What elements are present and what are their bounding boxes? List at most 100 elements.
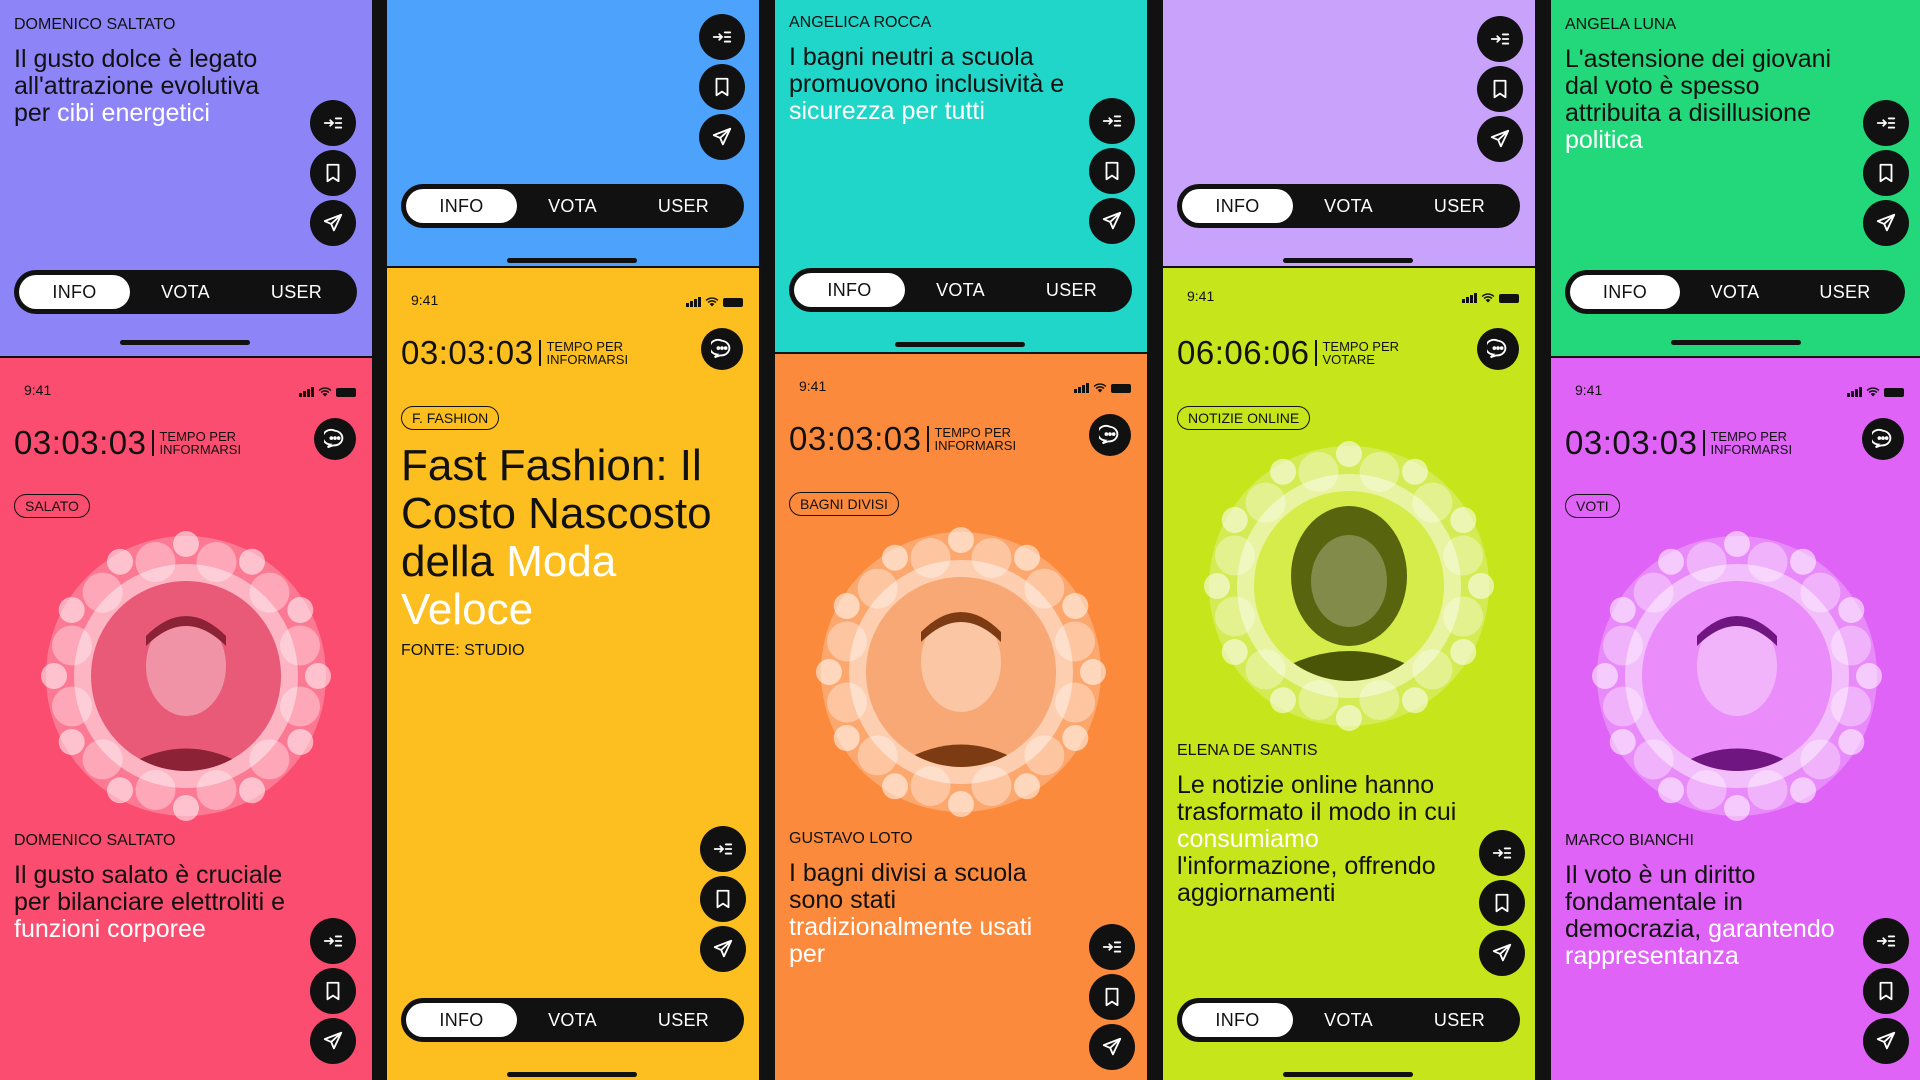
tab-user[interactable]: USER: [1016, 273, 1127, 307]
chat-icon: [1099, 424, 1121, 446]
comments-button[interactable]: [1477, 328, 1519, 370]
bookmark-button[interactable]: [1089, 148, 1135, 194]
bookmark-icon: [1101, 986, 1123, 1008]
battery-icon: [1499, 293, 1519, 303]
category-tag[interactable]: VOTI: [1565, 494, 1620, 518]
tab-info[interactable]: INFO: [19, 275, 130, 309]
bookmark-button[interactable]: [1089, 974, 1135, 1020]
headline-highlight: politica: [1565, 126, 1643, 154]
tab-user[interactable]: USER: [628, 1003, 739, 1037]
send-button[interactable]: [700, 926, 746, 972]
tab-info[interactable]: INFO: [406, 1003, 517, 1037]
chat-icon: [324, 428, 346, 450]
share-button[interactable]: [699, 14, 745, 60]
tab-vota[interactable]: VOTA: [1680, 275, 1790, 309]
bookmark-button[interactable]: [1477, 66, 1523, 112]
headline: I bagni divisi a scuola sono stati tradi…: [789, 860, 1069, 968]
chat-icon: [1487, 338, 1509, 360]
bookmark-icon: [1101, 160, 1123, 182]
tab-user[interactable]: USER: [241, 275, 352, 309]
share-button[interactable]: [1863, 918, 1909, 964]
bookmark-button[interactable]: [1863, 150, 1909, 196]
category-tag[interactable]: F. FASHION: [401, 406, 500, 430]
share-button[interactable]: [700, 826, 746, 872]
screen-top: DOMENICO SALTATO Il gusto dolce è legato …: [0, 0, 372, 356]
timer-label: TEMPO PER INFORMARSI: [152, 430, 241, 456]
tab-vota[interactable]: VOTA: [905, 273, 1016, 307]
profile-photo: [801, 512, 1121, 832]
tab-info[interactable]: INFO: [1570, 275, 1680, 309]
share-button[interactable]: [1089, 98, 1135, 144]
timer-value: 03:03:03: [789, 420, 922, 457]
send-button[interactable]: [310, 200, 356, 246]
countdown-timer: 06:06:06 TEMPO PER VOTARE: [1177, 334, 1521, 372]
tab-user[interactable]: USER: [628, 189, 739, 223]
tab-info[interactable]: INFO: [1182, 1003, 1293, 1037]
bookmark-button[interactable]: [1863, 968, 1909, 1014]
send-button[interactable]: [1089, 198, 1135, 244]
send-button[interactable]: [699, 114, 745, 160]
tab-info[interactable]: INFO: [1182, 189, 1293, 223]
phone-column-5: ANGELA LUNA L'astensione dei giovani dal …: [1551, 0, 1920, 1080]
timer-value: 03:03:03: [401, 334, 534, 371]
timer-label-line: INFORMARSI: [1710, 442, 1793, 457]
screen-bottom: 9:41 03:03:03 TEMPO PER INFORMARSI VOTI MARC…: [1551, 358, 1920, 1080]
send-icon: [1875, 1030, 1897, 1052]
send-button[interactable]: [1477, 116, 1523, 162]
bookmark-button[interactable]: [310, 150, 356, 196]
comments-button[interactable]: [701, 328, 743, 370]
share-icon: [1101, 936, 1123, 958]
tab-vota[interactable]: VOTA: [517, 1003, 628, 1037]
article-title: Fast Fashion: Il Costo Nascosto della Mo…: [401, 442, 741, 634]
tab-vota[interactable]: VOTA: [130, 275, 241, 309]
tab-vota[interactable]: VOTA: [517, 189, 628, 223]
share-icon: [322, 112, 344, 134]
bookmark-button[interactable]: [699, 64, 745, 110]
status-icons: [1074, 380, 1131, 396]
send-button[interactable]: [1863, 1018, 1909, 1064]
share-icon: [1491, 842, 1513, 864]
send-button[interactable]: [310, 1018, 356, 1064]
tab-vota[interactable]: VOTA: [1293, 189, 1404, 223]
headline-highlight: consumiamo: [1177, 825, 1319, 853]
comments-button[interactable]: [1089, 414, 1131, 456]
share-button[interactable]: [1089, 924, 1135, 970]
category-tag[interactable]: SALATO: [14, 494, 90, 518]
tab-info[interactable]: INFO: [794, 273, 905, 307]
battery-icon: [336, 387, 356, 397]
tab-vota[interactable]: VOTA: [1293, 1003, 1404, 1037]
phone-column-3: ANGELICA ROCCA I bagni neutri a scuola pr…: [775, 0, 1147, 1080]
home-indicator: [1671, 340, 1801, 345]
tab-user[interactable]: USER: [1404, 1003, 1515, 1037]
tab-info[interactable]: INFO: [406, 189, 517, 223]
author-name: ANGELICA ROCCA: [789, 14, 932, 31]
share-button[interactable]: [310, 100, 356, 146]
bookmark-button[interactable]: [700, 876, 746, 922]
share-button[interactable]: [1477, 16, 1523, 62]
author-name: DOMENICO SALTATO: [14, 832, 176, 849]
tab-user[interactable]: USER: [1404, 189, 1515, 223]
share-button[interactable]: [310, 918, 356, 964]
bookmark-icon: [322, 980, 344, 1002]
comments-button[interactable]: [314, 418, 356, 460]
headline-text: I bagni neutri a scuola promuovono inclu…: [789, 43, 1065, 98]
signal-icon: [1074, 383, 1089, 393]
bottom-tab-bar: INFO VOTA USER: [1177, 184, 1520, 228]
share-button[interactable]: [1479, 830, 1525, 876]
home-indicator: [895, 342, 1025, 347]
send-icon: [1875, 212, 1897, 234]
tab-user[interactable]: USER: [1790, 275, 1900, 309]
send-button[interactable]: [1089, 1024, 1135, 1070]
signal-icon: [299, 387, 314, 397]
send-button[interactable]: [1479, 930, 1525, 976]
headline-highlight: sicurezza per tutti: [789, 97, 985, 125]
bookmark-icon: [1489, 78, 1511, 100]
wifi-icon: [1866, 384, 1880, 400]
bookmark-button[interactable]: [310, 968, 356, 1014]
share-button[interactable]: [1863, 100, 1909, 146]
comments-button[interactable]: [1862, 418, 1904, 460]
bookmark-button[interactable]: [1479, 880, 1525, 926]
bottom-tab-bar: INFO VOTA USER: [1177, 998, 1520, 1042]
share-icon: [1101, 110, 1123, 132]
send-button[interactable]: [1863, 200, 1909, 246]
